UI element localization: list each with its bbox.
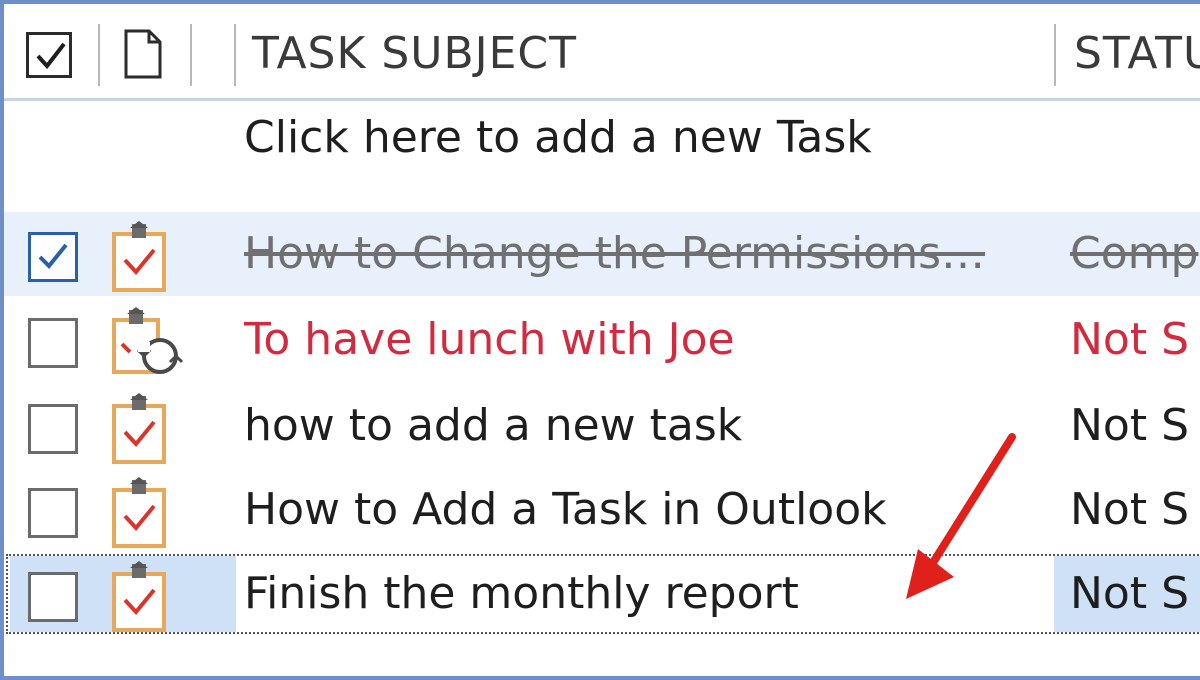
task-complete-checkbox[interactable] [28,488,78,538]
recurring-task-icon [112,307,184,374]
task-complete-checkbox[interactable] [28,318,78,368]
document-icon [124,29,162,79]
task-subject-column-header[interactable]: TASK SUBJECT [252,28,577,80]
column-separator[interactable] [234,24,236,86]
item-type-column-header[interactable] [122,28,164,84]
annotation-arrow-icon [906,433,1016,599]
checkmark-icon [38,243,68,269]
task-status: Not S [1070,400,1190,451]
column-separator[interactable] [190,24,192,86]
task-list-window: TASK SUBJECT STATU Click here to add a n… [0,0,1200,680]
task-icon [112,221,166,292]
task-complete-checkbox[interactable] [28,572,78,622]
task-subject: To have lunch with Joe [244,314,735,365]
column-separator[interactable] [98,24,100,86]
task-status: Not S [1070,484,1190,535]
task-complete-checkbox[interactable] [28,404,78,454]
task-icon [112,393,166,464]
checkmark-icon [36,42,66,70]
complete-column-header[interactable] [26,32,72,78]
task-row[interactable]: To have lunch with Joe Not S [4,298,1200,382]
new-task-prompt[interactable]: Click here to add a new Task [244,112,872,163]
status-column-header[interactable]: STATU [1074,28,1200,80]
task-row[interactable]: How to Change the Permissions… Comp [4,212,1200,296]
column-separator[interactable] [1054,24,1056,86]
task-icon [112,561,166,632]
task-status: Not S [1070,568,1190,619]
task-subject: How to Change the Permissions… [244,228,986,279]
column-header-bar: TASK SUBJECT STATU [4,4,1200,101]
task-icon [112,477,166,548]
task-status: Comp [1070,228,1199,279]
task-status: Not S [1070,314,1190,365]
task-complete-checkbox[interactable] [28,232,78,282]
